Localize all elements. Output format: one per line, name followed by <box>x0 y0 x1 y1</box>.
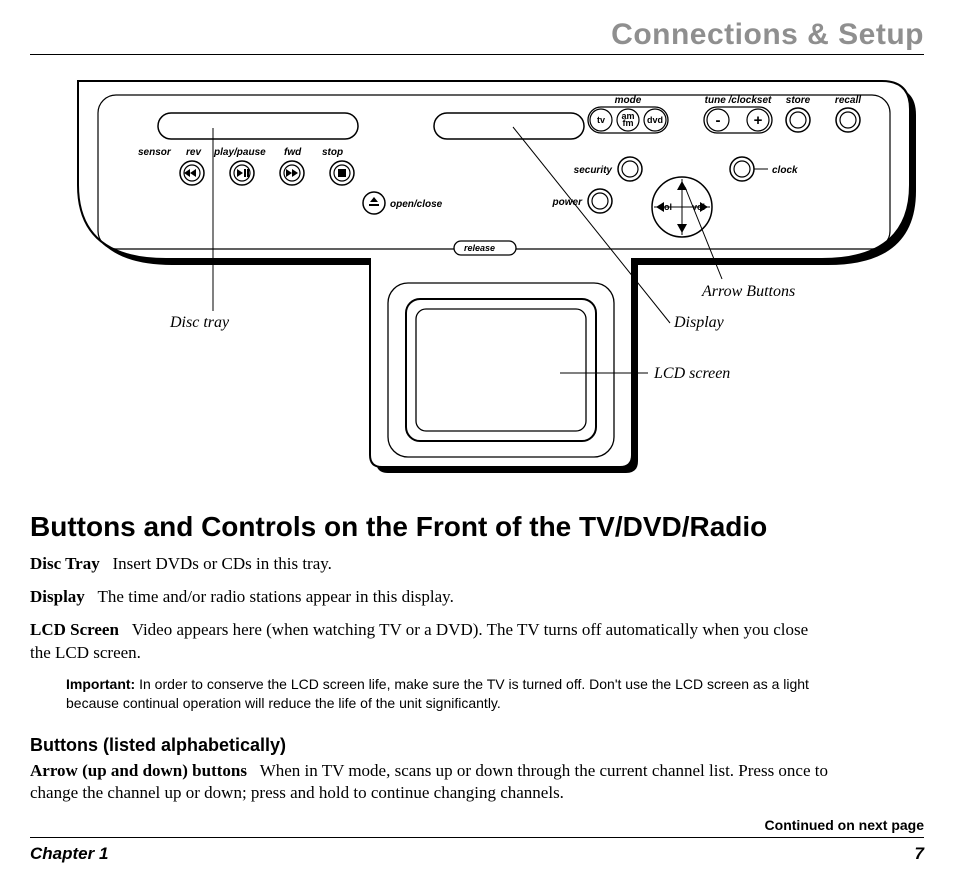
label-sensor: sensor <box>138 147 172 158</box>
label-amfm-bot: fm <box>623 118 634 128</box>
def-display: Display The time and/or radio stations a… <box>30 586 924 609</box>
label-openclose: open/close <box>390 199 443 210</box>
rev-button[interactable] <box>180 161 204 185</box>
power-button[interactable] <box>588 189 612 213</box>
label-dvd: dvd <box>647 115 663 125</box>
page-header-title: Connections & Setup <box>30 18 924 52</box>
text-display: The time and/or radio stations appear in… <box>98 587 454 606</box>
clock-button[interactable] <box>730 157 754 181</box>
stop-button[interactable] <box>330 161 354 185</box>
callout-arrow-buttons: Arrow Buttons <box>701 283 795 300</box>
label-playpause: play/pause <box>213 147 266 158</box>
footer-page: 7 <box>915 844 924 864</box>
label-vol-l: vol <box>659 202 672 212</box>
label-security: security <box>574 165 613 176</box>
label-stop: stop <box>322 147 343 158</box>
play-pause-button[interactable] <box>230 161 254 185</box>
label-minus: - <box>716 112 721 129</box>
text-disc-tray: Insert DVDs or CDs in this tray. <box>112 554 331 573</box>
label-tuneclockset: tune /clockset <box>705 95 772 106</box>
footer-chapter: Chapter 1 <box>30 844 108 864</box>
footer-rule <box>30 837 924 838</box>
recall-button[interactable] <box>836 108 860 132</box>
term-lcd: LCD Screen <box>30 620 119 639</box>
security-button[interactable] <box>618 157 642 181</box>
store-button[interactable] <box>786 108 810 132</box>
label-release: release <box>464 243 495 253</box>
def-arrow-buttons: Arrow (up and down) buttons When in TV m… <box>30 760 850 806</box>
term-arrow: Arrow (up and down) buttons <box>30 761 247 780</box>
term-display: Display <box>30 587 85 606</box>
label-power: power <box>552 197 584 208</box>
text-lcd: Video appears here (when watching TV or … <box>30 620 808 662</box>
page-footer: Chapter 1 7 <box>30 844 924 864</box>
label-clock: clock <box>772 165 798 176</box>
continued-next: Continued on next page <box>30 817 924 833</box>
important-note: Important: In order to conserve the LCD … <box>66 675 826 713</box>
term-disc-tray: Disc Tray <box>30 554 100 573</box>
callout-lcd-screen: LCD screen <box>653 365 730 382</box>
callout-disc-tray: Disc tray <box>169 314 230 331</box>
label-rev: rev <box>186 147 202 158</box>
important-label: Important: <box>66 676 135 692</box>
section-heading: Buttons and Controls on the Front of the… <box>30 511 924 543</box>
label-mode: mode <box>615 95 642 106</box>
fwd-button[interactable] <box>280 161 304 185</box>
label-plus: + <box>754 112 763 129</box>
device-diagram: sensor rev play/pause fwd stop <box>58 73 924 493</box>
important-text: In order to conserve the LCD screen life… <box>66 676 809 711</box>
header-rule <box>30 54 924 55</box>
label-recall: recall <box>835 95 861 106</box>
label-store: store <box>786 95 811 106</box>
label-tv: tv <box>597 115 605 125</box>
open-close-button[interactable] <box>363 192 385 214</box>
def-lcd: LCD Screen Video appears here (when watc… <box>30 619 820 665</box>
def-disc-tray: Disc Tray Insert DVDs or CDs in this tra… <box>30 553 924 576</box>
sub-heading: Buttons (listed alphabetically) <box>30 735 924 756</box>
callout-display: Display <box>673 314 725 331</box>
label-fwd: fwd <box>284 147 302 158</box>
